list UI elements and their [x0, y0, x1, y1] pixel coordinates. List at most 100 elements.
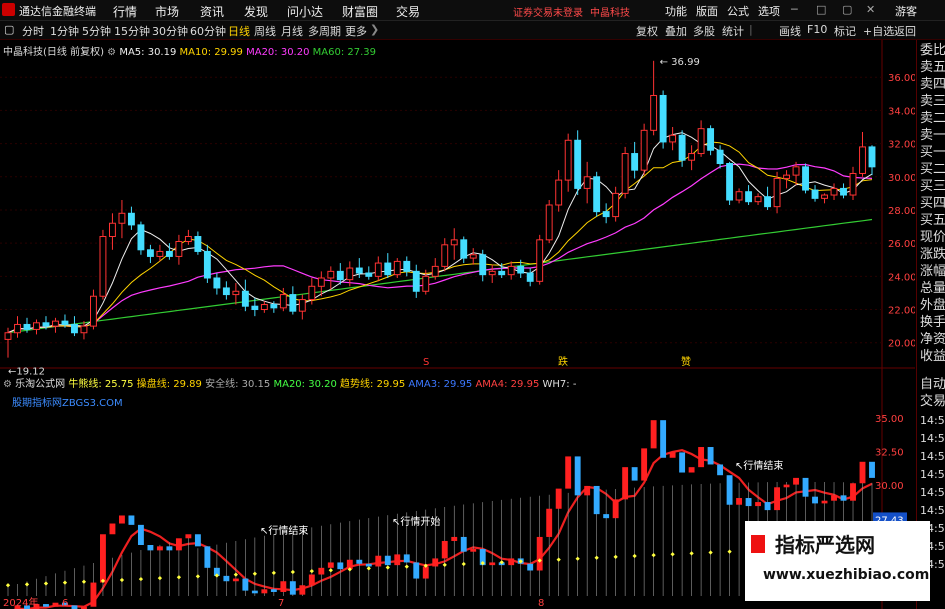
draw-button[interactable]: 画线 [779, 23, 801, 39]
more-chevron-icon[interactable]: ❯ [370, 23, 379, 36]
tick-time: 14:56 [920, 414, 945, 427]
menu-layout[interactable]: 版面 [696, 3, 718, 19]
rp-14[interactable]: 总量 [920, 281, 945, 297]
rp-1[interactable]: 卖五 [920, 60, 945, 76]
sub-bar [251, 590, 258, 594]
menu-market[interactable]: 市场 [155, 3, 179, 20]
period-15min[interactable]: 15分钟 [114, 23, 150, 39]
bull-line-dot [309, 568, 314, 574]
rp-7[interactable]: 买二 [920, 162, 945, 178]
sub-bar [318, 567, 325, 575]
guest-label[interactable]: 游客 [895, 3, 917, 19]
sub-bar [394, 554, 401, 566]
price-tick-label: 22.00 [888, 306, 915, 317]
candle-body [80, 325, 88, 334]
rp-9[interactable]: 买四 [920, 196, 945, 212]
overlay-button[interactable]: 叠加 [665, 23, 687, 39]
candle-body [726, 163, 734, 201]
period-weekly[interactable]: 周线 [254, 23, 276, 39]
candle-body [317, 277, 325, 287]
period-30min[interactable]: 30分钟 [152, 23, 188, 39]
rp-8[interactable]: 买三 [920, 179, 945, 195]
rp2-0[interactable]: 自动 [920, 377, 945, 393]
period-5min[interactable]: 5分钟 [82, 23, 111, 39]
rp2-1[interactable]: 交易 [920, 394, 945, 410]
candle-body [403, 260, 411, 272]
period-daily[interactable]: 日线 [228, 23, 250, 39]
restore-icon[interactable]: □ [816, 3, 826, 16]
close-icon[interactable]: ✕ [866, 3, 875, 16]
menu-function[interactable]: 功能 [665, 3, 687, 19]
sub-settings-icon[interactable]: ⚙ [3, 379, 12, 390]
sub-bar [43, 604, 49, 607]
sub-bar [470, 549, 477, 552]
login-warning[interactable]: 证券交易未登录 [513, 4, 583, 19]
rp-11[interactable]: 现价 [920, 230, 945, 246]
stats-button[interactable]: 统计 [722, 23, 744, 39]
period-60min[interactable]: 60分钟 [190, 23, 226, 39]
rp-3[interactable]: 卖三 [920, 94, 945, 110]
menu-options[interactable]: 选项 [758, 3, 780, 19]
menu-formula[interactable]: 公式 [727, 3, 749, 19]
sub-bar [584, 485, 591, 496]
rp-4[interactable]: 卖二 [920, 111, 945, 127]
bull-line-dot [727, 549, 732, 554]
rp-17[interactable]: 净资 [920, 332, 945, 348]
wh7-value: WH7: - [542, 379, 577, 390]
period-multi[interactable]: 多周期 [308, 23, 341, 39]
candle-body [564, 139, 572, 181]
ama3-value: AMA3: 29.95 [408, 379, 473, 390]
candle-body [203, 250, 211, 279]
candle-body [355, 267, 363, 274]
date-tick-label: 2024年 [3, 596, 38, 609]
candle-body [507, 265, 515, 276]
sub-bar [840, 495, 847, 501]
rp-18[interactable]: 收益 [920, 349, 945, 365]
bull-line-dot [195, 574, 201, 579]
phase-label: ↖行情结束 [260, 524, 308, 537]
sub-bar [194, 534, 201, 547]
sub-bar [118, 515, 125, 524]
fuquan-button[interactable]: 复权 [636, 23, 658, 39]
rp-0[interactable]: 委比 [920, 43, 945, 59]
watermark: 指标严选网 www.xuezhibiao.com [745, 521, 930, 601]
settings-icon[interactable]: ⚙ [107, 47, 116, 58]
period-more[interactable]: 更多 [345, 23, 367, 39]
candle-body [688, 153, 696, 161]
sub-bar [71, 605, 78, 609]
bull-line-dot [138, 576, 144, 582]
rp-15[interactable]: 外盘 [920, 298, 945, 314]
bull-line-dot [651, 553, 656, 558]
menu-wealth[interactable]: 财富圈 [342, 3, 378, 20]
rp-13[interactable]: 涨幅 [920, 264, 945, 280]
rp-2[interactable]: 卖四 [920, 77, 945, 93]
menu-hangqing[interactable]: 行情 [113, 3, 137, 20]
add-watch-button[interactable]: +自选 [863, 23, 894, 39]
period-1min[interactable]: 1分钟 [50, 23, 79, 39]
sub-legend: ⚙ 乐淘公式网 牛熊线: 25.75 操盘线: 29.89 安全线: 30.15… [3, 375, 576, 390]
period-monthly[interactable]: 月线 [281, 23, 303, 39]
period-fenshi[interactable]: 分时 [22, 23, 44, 39]
menu-discover[interactable]: 发现 [244, 3, 268, 20]
candle-body [764, 196, 772, 208]
rp-10[interactable]: 买五 [920, 213, 945, 229]
rp-12[interactable]: 涨跌 [920, 247, 945, 263]
mark-button[interactable]: 标记 [834, 23, 856, 39]
bull-line-dot [233, 572, 238, 577]
price-tick-label: 34.00 [888, 106, 915, 117]
minimize-icon[interactable]: ─ [791, 3, 798, 16]
menu-news[interactable]: 资讯 [200, 3, 224, 20]
sub-bar [631, 467, 638, 481]
menu-trade[interactable]: 交易 [396, 3, 420, 20]
multi-stock-button[interactable]: 多股 [693, 23, 715, 39]
rp-6[interactable]: 买一 [920, 145, 945, 161]
menu-ask[interactable]: 问小达 [287, 3, 323, 20]
period-timeshare[interactable]: ▢ [4, 23, 14, 36]
sub-bar [299, 585, 306, 595]
back-button[interactable]: 返回 [894, 23, 916, 39]
sub-bar [109, 523, 116, 535]
rp-16[interactable]: 换手 [920, 315, 945, 331]
f10-button[interactable]: F10 [807, 23, 827, 36]
maximize-icon[interactable]: ▢ [842, 3, 852, 16]
rp-5[interactable]: 卖一 [920, 128, 945, 144]
